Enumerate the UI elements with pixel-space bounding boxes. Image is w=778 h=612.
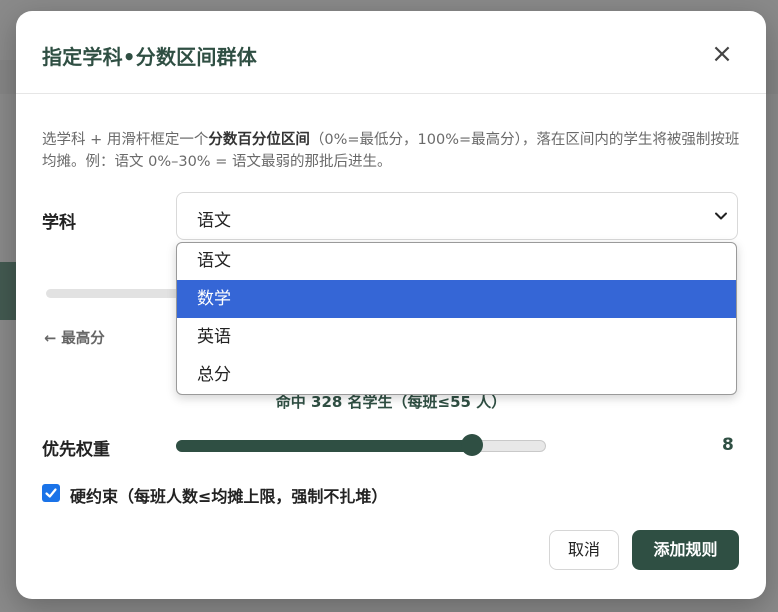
percentile-range-track[interactable] xyxy=(46,289,186,298)
hard-constraint-checkbox[interactable] xyxy=(42,484,60,502)
weight-value: 8 xyxy=(722,435,734,455)
description-pre: 选学科 + 用滑杆框定一个 xyxy=(42,132,209,148)
modal-dialog: 指定学科•分数区间群体 × 选学科 + 用滑杆框定一个分数百分位区间（0%=最低… xyxy=(16,11,766,599)
add-rule-button[interactable]: 添加规则 xyxy=(632,530,739,570)
hard-constraint-label[interactable]: 硬约束（每班人数≤均摊上限，强制不扎堆） xyxy=(70,483,387,507)
description-bold: 分数百分位区间 xyxy=(208,132,310,148)
subject-select[interactable]: 语文 xyxy=(176,192,738,240)
subject-option[interactable]: 总分 xyxy=(177,356,736,394)
weight-label: 优先权重 xyxy=(42,440,110,460)
subject-option[interactable]: 语文 xyxy=(177,243,736,280)
header-divider xyxy=(16,93,766,94)
chevron-down-icon xyxy=(715,212,727,220)
subject-option[interactable]: 英语 xyxy=(177,318,736,356)
high-end-label: ← 最高分 xyxy=(44,331,105,347)
check-icon xyxy=(45,488,57,498)
close-icon[interactable]: × xyxy=(708,40,736,68)
subject-option-highlighted[interactable]: 数学 xyxy=(177,280,736,318)
subject-select-value: 语文 xyxy=(197,211,231,231)
subject-label: 学科 xyxy=(42,213,76,233)
description: 选学科 + 用滑杆框定一个分数百分位区间（0%=最低分，100%=最高分），落在… xyxy=(42,129,742,173)
weight-slider-thumb[interactable] xyxy=(461,434,483,456)
modal-title: 指定学科•分数区间群体 xyxy=(42,45,257,69)
subject-dropdown-list[interactable]: 语文 数学 英语 总分 xyxy=(176,242,737,395)
cancel-button[interactable]: 取消 xyxy=(549,530,619,570)
weight-slider-fill xyxy=(176,440,472,452)
